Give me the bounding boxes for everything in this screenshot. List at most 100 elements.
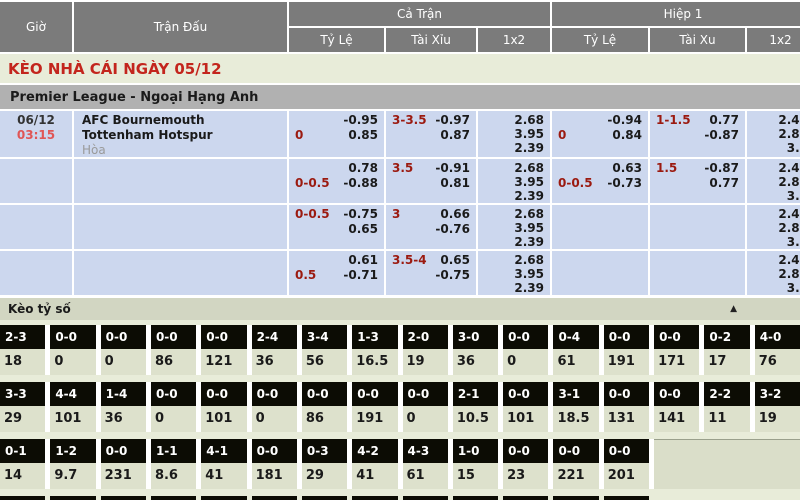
odds-overunder-full[interactable]: 3.5-0.910.81 [386, 159, 476, 203]
odds-value: 2.39 [478, 235, 550, 249]
score-cell[interactable]: 0-00 [403, 382, 448, 432]
score-cell[interactable]: 0-0121 [201, 325, 246, 375]
score-cell[interactable]: 0-0131 [604, 382, 649, 432]
odds-value: 0.84 [566, 128, 642, 143]
score-cell[interactable]: 1-29.7 [50, 439, 95, 489]
odds-handicap-half[interactable]: 0.630-0.5-0.73 [552, 159, 648, 203]
odds-overunder-half[interactable]: 1-1.50.77-0.87 [650, 111, 745, 157]
score-cell[interactable]: 2-436 [252, 325, 297, 375]
collapse-icon[interactable]: ▲ [730, 304, 737, 314]
score-label: 0-0 [352, 382, 397, 406]
score-cell[interactable]: 3-036 [453, 325, 498, 375]
score-cell[interactable]: 1-316.5 [352, 325, 397, 375]
score-odds: 36 [252, 349, 297, 375]
score-cell[interactable]: 0-00 [101, 325, 146, 375]
odds-value: 3.1 [747, 141, 800, 155]
score-cell[interactable]: 0-0101 [503, 382, 548, 432]
score-cell[interactable]: 0-0101 [201, 382, 246, 432]
odds-value: 3.95 [478, 267, 550, 281]
score-odds: 86 [151, 349, 196, 375]
score-cell[interactable]: 4-361 [403, 439, 448, 489]
score-cell[interactable]: 1-436 [101, 382, 146, 432]
score-cell[interactable]: 0-023 [503, 439, 548, 489]
score-cell[interactable]: 2-110.5 [453, 382, 498, 432]
odds-overunder-full[interactable]: 3.5-40.65-0.75 [386, 251, 476, 295]
score-cell[interactable]: 2-318 [0, 325, 45, 375]
score-label: 2-3 [0, 325, 45, 349]
score-odds: 17 [704, 349, 749, 375]
odds-overunder-full[interactable]: 30.66-0.76 [386, 205, 476, 249]
score-label: 1-1 [151, 439, 196, 463]
odds-1x2-half[interactable]: 2.472.853.1 [747, 159, 800, 203]
odds-value: -0.88 [330, 176, 378, 191]
odds-handicap-full[interactable]: 0.780-0.5-0.88 [289, 159, 384, 203]
odds-handicap-full[interactable]: 0-0.5-0.750.65 [289, 205, 384, 249]
score-cell[interactable]: 1-18.6 [151, 439, 196, 489]
score-cell[interactable]: 0-0191 [352, 382, 397, 432]
score-cell[interactable]: 2-019 [403, 325, 448, 375]
odds-1x2-half[interactable]: 2.472.853.1 [747, 205, 800, 249]
odds-1x2-half[interactable]: 2.472.853.1 [747, 111, 800, 157]
score-cell[interactable]: 0-0181 [252, 439, 297, 489]
score-label: 0-0 [503, 439, 548, 463]
score-cell[interactable]: 3-456 [302, 325, 347, 375]
odds-1x2-half[interactable]: 2.472.853.1 [747, 251, 800, 295]
score-odds: 0 [101, 349, 146, 375]
score-cell[interactable]: 3-219 [755, 382, 800, 432]
score-cell[interactable]: 4-4101 [50, 382, 95, 432]
score-cell[interactable]: 0-0191 [604, 325, 649, 375]
score-cell[interactable]: 0-114 [0, 439, 45, 489]
odds-value: -0.97 [427, 113, 470, 128]
match-cell [74, 251, 287, 295]
score-cell[interactable]: 0-0171 [654, 325, 699, 375]
score-cell[interactable]: 0-0201 [604, 439, 649, 489]
score-cell[interactable]: 0-086 [302, 382, 347, 432]
score-cell[interactable]: 0-329 [302, 439, 347, 489]
odds-1x2-full[interactable]: 2.683.952.39 [478, 251, 550, 295]
score-cell[interactable]: 0-00 [151, 382, 196, 432]
score-cell[interactable]: 4-076 [755, 325, 800, 375]
score-cell[interactable]: 2-211 [704, 382, 749, 432]
score-odds: 29 [0, 406, 45, 432]
score-cell[interactable]: 1-015 [453, 439, 498, 489]
score-cell[interactable]: 3-118.5 [553, 382, 598, 432]
odds-value: 3.95 [478, 127, 550, 141]
score-cell[interactable]: 3-329 [0, 382, 45, 432]
odds-value: 0.65 [295, 222, 378, 237]
odds-handicap-half[interactable]: -0.9400.84 [552, 111, 648, 157]
score-cell[interactable]: 0-0221 [553, 439, 598, 489]
score-odds: 0 [503, 349, 548, 375]
odds-1x2-full[interactable]: 2.683.952.39 [478, 159, 550, 203]
score-cell[interactable]: 0-00 [252, 382, 297, 432]
odds-value: 2.85 [747, 221, 800, 235]
odds-handicap-full[interactable]: -0.9500.85 [289, 111, 384, 157]
odds-1x2-full[interactable]: 2.683.952.39 [478, 205, 550, 249]
handicap-line: 3 [392, 207, 400, 222]
odds-value: 2.39 [478, 189, 550, 203]
odds-overunder-half[interactable]: 1.5-0.870.77 [650, 159, 745, 203]
score-odds: 201 [604, 463, 649, 489]
away-team: Tottenham Hotspur [82, 128, 287, 143]
score-cell[interactable]: 4-141 [201, 439, 246, 489]
score-cell[interactable]: 0-217 [704, 325, 749, 375]
handicap-line: 3.5-4 [392, 253, 427, 268]
odds-1x2-full[interactable]: 2.683.952.39 [478, 111, 550, 157]
match-cell[interactable]: AFC BournemouthTottenham HotspurHòa [74, 111, 287, 157]
score-odds: 0 [403, 406, 448, 432]
score-odds: 36 [453, 349, 498, 375]
score-label: 0-0 [302, 382, 347, 406]
odds-value: 2.68 [478, 113, 550, 127]
score-cell[interactable]: 0-00 [50, 325, 95, 375]
score-cell[interactable]: 0-461 [553, 325, 598, 375]
odds-value: 2.85 [747, 127, 800, 141]
odds-value: -0.71 [316, 268, 378, 283]
score-cell[interactable]: 4-241 [352, 439, 397, 489]
score-cell[interactable]: 0-086 [151, 325, 196, 375]
score-cell[interactable]: 0-0141 [654, 382, 699, 432]
score-cell[interactable]: 0-00 [503, 325, 548, 375]
odds-handicap-full[interactable]: 0.610.5-0.71 [289, 251, 384, 295]
score-odds: 10.5 [453, 406, 498, 432]
odds-overunder-full[interactable]: 3-3.5-0.970.87 [386, 111, 476, 157]
score-cell[interactable]: 0-0231 [101, 439, 146, 489]
score-label: 0-0 [201, 382, 246, 406]
